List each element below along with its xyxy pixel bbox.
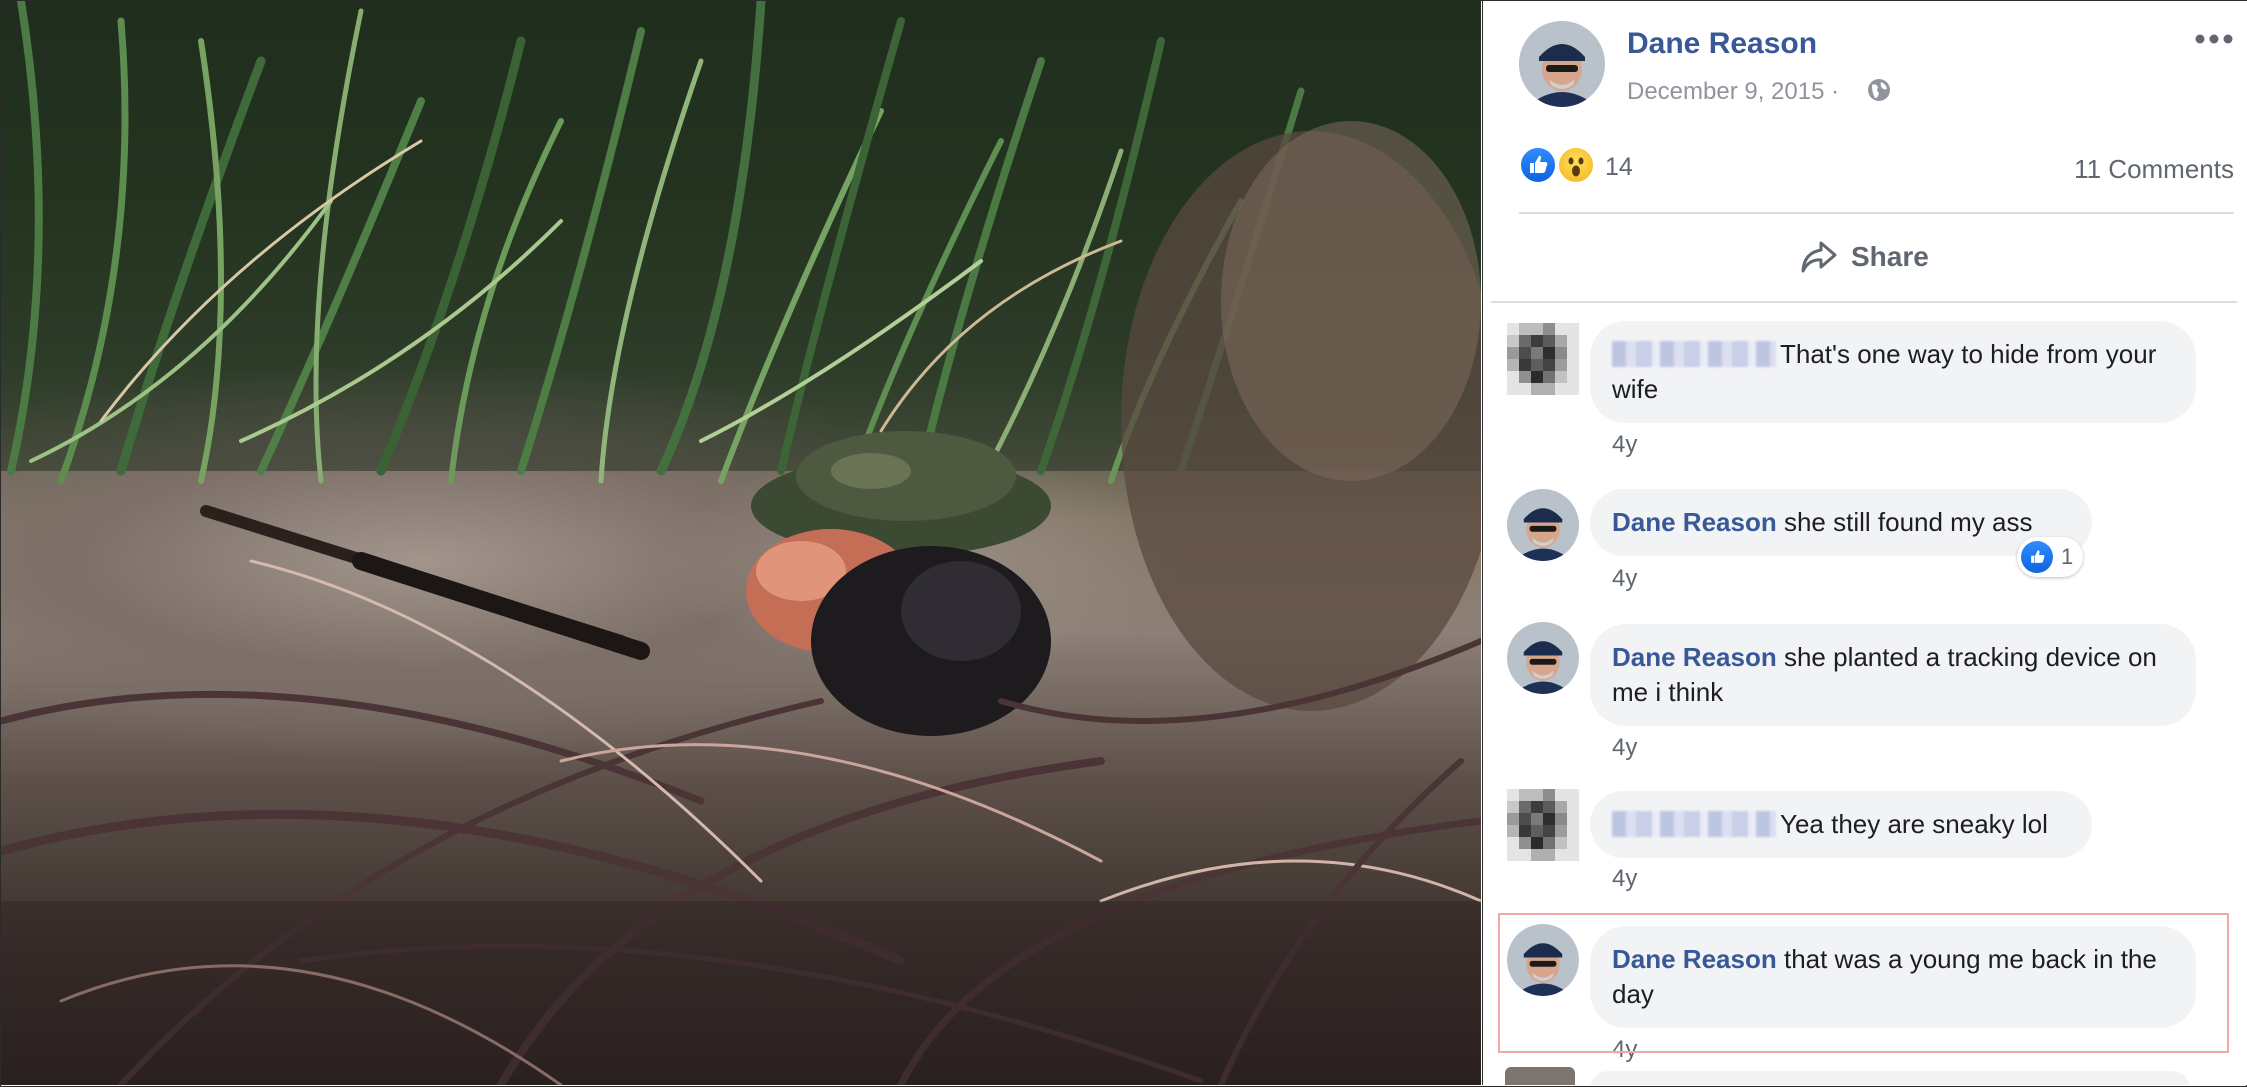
comment-bubble: Dane Reason that was a young me back in … [1590,926,2196,1028]
comment-time[interactable]: 4y [1612,565,1637,593]
date-separator: · [1831,78,1840,105]
pixelated-avatar-image [1507,789,1579,861]
author-avatar-image [1519,21,1605,107]
author-avatar-image [1507,924,1579,996]
comment-time[interactable]: 4y [1612,1036,1637,1064]
comment-like-badge[interactable]: 1 [2017,537,2084,577]
post-author-name[interactable]: Dane Reason [1627,27,1817,61]
comment-bubble: Yea they are sneaky lol [1590,791,2092,858]
reaction-count[interactable]: 14 [1605,153,1633,182]
comment-text: she still found my ass [1783,507,2033,537]
commenter-avatar[interactable] [1507,924,1579,996]
share-button[interactable]: Share [1799,235,1929,279]
more-options-icon[interactable] [2194,27,2234,51]
comment-text: Yea they are sneaky lol [1780,809,2048,839]
post-sidebar: Dane Reason December 9, 2015 · 14 11 Com… [1482,1,2247,1085]
comment-bubble: Dane Reason she planted a tracking devic… [1590,624,2196,726]
wow-reaction-icon[interactable] [1557,146,1595,184]
commenter-avatar[interactable] [1507,622,1579,694]
comment-bubble: Dane Reason she still found my ass [1590,489,2092,556]
share-icon [1801,241,1837,273]
thumbs-up-icon [1530,155,1548,173]
globe-icon[interactable] [1866,77,1892,103]
commenter-avatar[interactable] [1507,489,1579,561]
wow-face-icon [1568,157,1584,177]
blurred-author-name[interactable] [1612,341,1776,367]
thumbs-up-icon [2031,550,2045,563]
commenter-avatar-pixelated[interactable] [1507,789,1579,861]
author-avatar-image [1507,489,1579,561]
comment-author[interactable]: Dane Reason [1612,642,1777,672]
photo-illustration [1,1,1481,1085]
like-badge-icon [2021,541,2053,573]
comment-author[interactable]: Dane Reason [1612,507,1777,537]
author-avatar[interactable] [1519,21,1605,107]
comment-time[interactable]: 4y [1612,865,1637,893]
commenter-avatar-pixelated[interactable] [1507,323,1579,395]
blurred-author-name[interactable] [1612,811,1776,837]
divider [1491,301,2237,303]
post-date-text[interactable]: December 9, 2015 [1627,78,1824,105]
comment-time[interactable]: 4y [1612,431,1637,459]
comment-bubble: That's one way to hide from your wife [1590,321,2196,423]
share-label: Share [1851,241,1929,272]
comment-like-count: 1 [2061,544,2074,569]
comment-author[interactable]: Dane Reason [1612,944,1777,974]
commenter-avatar-partial [1505,1067,1575,1085]
author-avatar-image [1507,622,1579,694]
post-date[interactable]: December 9, 2015 · [1627,78,1839,106]
comments-count[interactable]: 11 Comments [2074,154,2234,185]
like-reaction-icon[interactable] [1519,146,1557,184]
comment-bubble-partial [1590,1071,2190,1085]
post-photo[interactable] [1,1,1481,1085]
divider [1519,212,2234,214]
comment-time[interactable]: 4y [1612,734,1637,762]
pixelated-avatar-image [1507,323,1579,395]
